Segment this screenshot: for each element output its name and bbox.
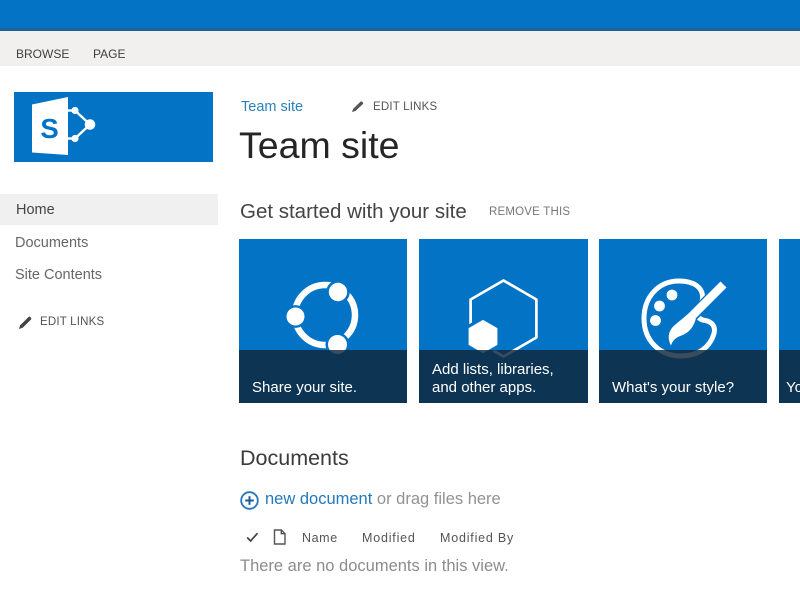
svg-text:S: S bbox=[40, 113, 58, 144]
svg-text:What's your style?: What's your style? bbox=[612, 379, 734, 396]
svg-text:and other apps.: and other apps. bbox=[432, 379, 536, 396]
svg-text:Add lists, libraries,: Add lists, libraries, bbox=[432, 361, 554, 378]
svg-text:Share your site.: Share your site. bbox=[252, 379, 357, 396]
svg-text:Your site. Your brand.: Your site. Your brand. bbox=[786, 379, 800, 396]
